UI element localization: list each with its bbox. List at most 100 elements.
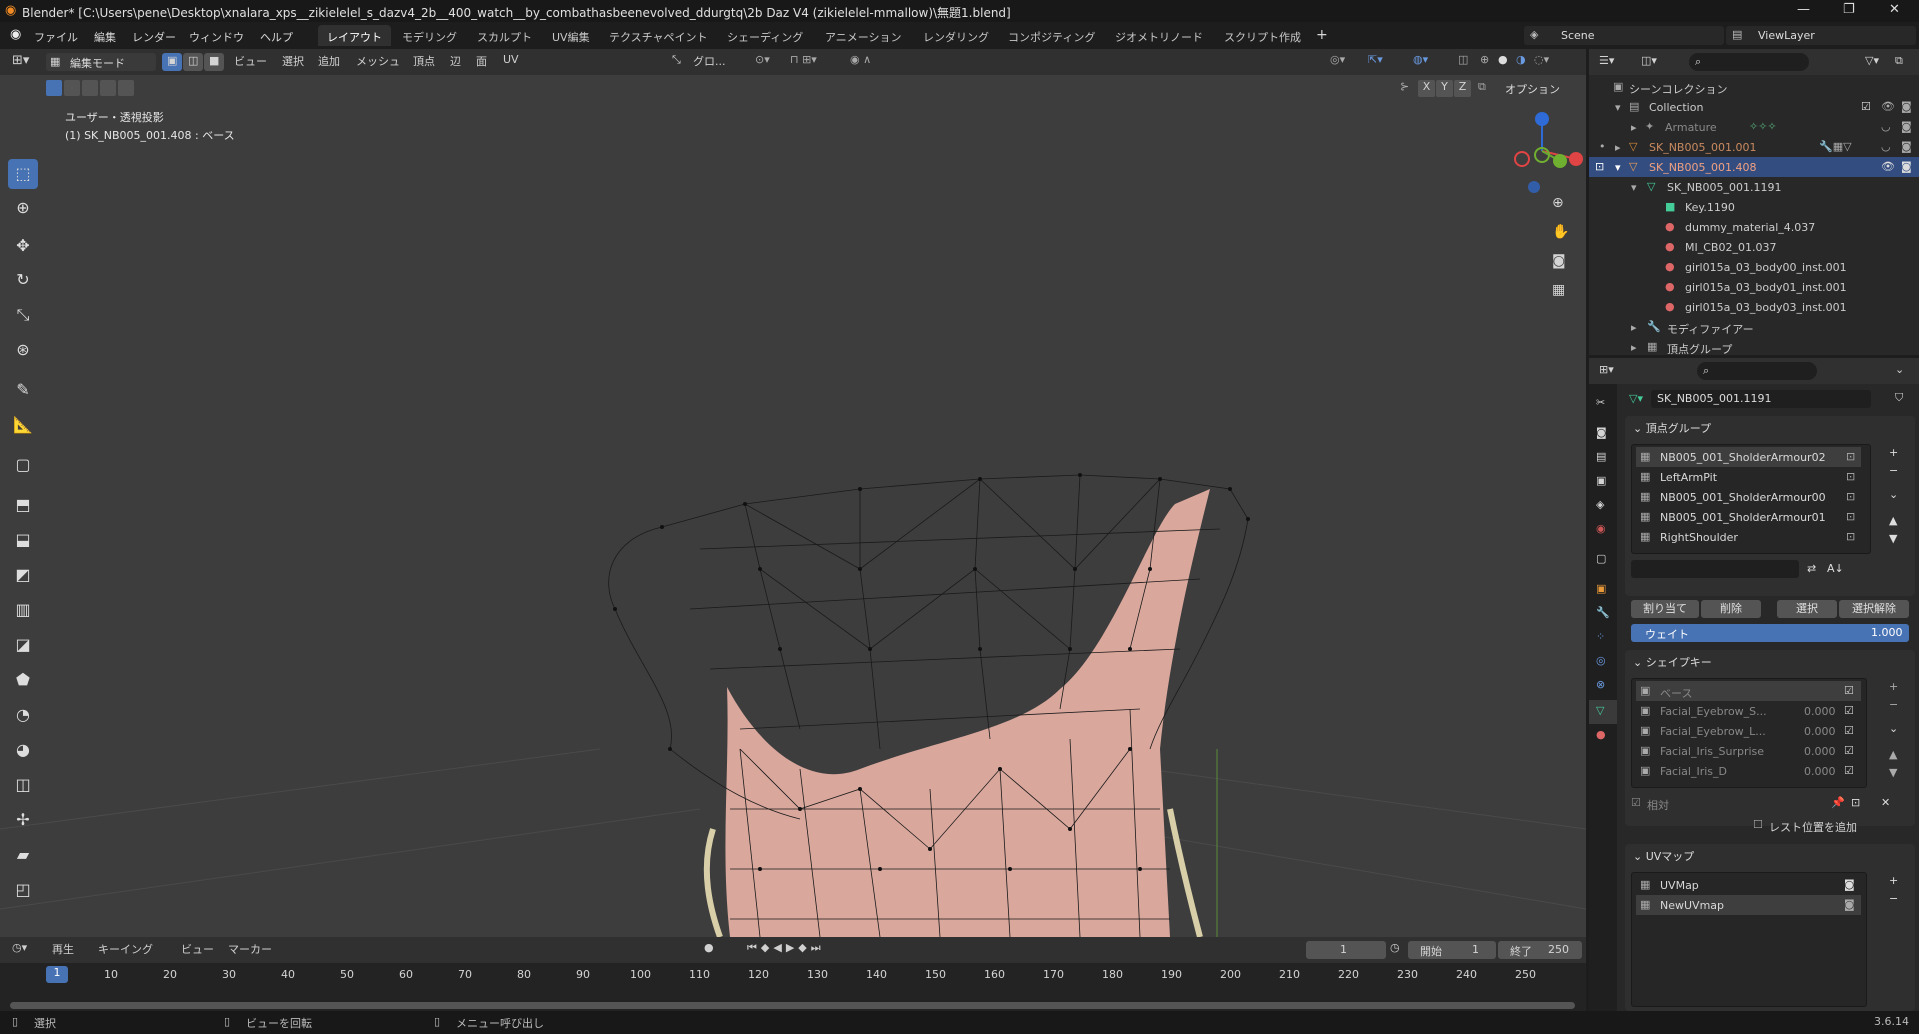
list-item[interactable]: ▦ UVMap ◙: [1636, 875, 1861, 895]
start-frame-field[interactable]: 開始 1: [1408, 941, 1496, 959]
loop-cut-tool[interactable]: ▥: [8, 595, 38, 625]
menu-marker[interactable]: マーカー: [228, 941, 272, 959]
checkbox-icon[interactable]: ☑: [1844, 704, 1854, 717]
list-item[interactable]: ▣ Facial_Eyebrow_S... 0.000 ☑: [1636, 701, 1861, 721]
tab-animation[interactable]: アニメーション: [816, 25, 911, 46]
new-collection-icon[interactable]: ⧉: [1895, 54, 1903, 68]
shape-key-value[interactable]: 0.000: [1804, 725, 1836, 738]
move-up-button[interactable]: ▲: [1889, 748, 1897, 761]
sort-alpha-icon[interactable]: A↓: [1827, 562, 1844, 575]
spin-tool[interactable]: ◔: [8, 700, 38, 730]
eye-icon[interactable]: 👁: [1881, 160, 1895, 173]
outliner-row-scene-collection[interactable]: ▣ シーンコレクション: [1589, 77, 1919, 97]
expand-arrow-icon[interactable]: ▸: [1615, 141, 1621, 154]
camera-icon[interactable]: ◙: [1844, 898, 1855, 911]
select-box-tool[interactable]: ⬚: [8, 159, 38, 189]
tab-layout[interactable]: レイアウト: [318, 25, 391, 46]
menu-file[interactable]: ファイル: [34, 29, 78, 45]
outliner-row-key[interactable]: ■ Key.1190: [1589, 197, 1919, 217]
move-up-button[interactable]: ▲: [1889, 514, 1897, 527]
tool-tab-icon[interactable]: ✂: [1596, 396, 1605, 409]
object-tab-icon[interactable]: ▣: [1596, 582, 1606, 595]
list-item[interactable]: ▦ LeftArmPit ⊡: [1636, 467, 1861, 487]
close-button[interactable]: ✕: [1889, 2, 1900, 17]
ortho-grid-icon[interactable]: ▦: [1552, 282, 1565, 298]
add-vertex-group-button[interactable]: +: [1889, 446, 1898, 459]
mesh-data-selector[interactable]: ▽▾ SK_NB005_001.1191 ⛉: [1625, 388, 1915, 410]
zoom-icon[interactable]: ⊕: [1552, 195, 1564, 211]
outliner[interactable]: ☰▾ ◫▾ ⌕ ▽▾ ⧉ ▣ シーンコレクション ▾ ▤ Collection …: [1589, 49, 1919, 355]
eye-hidden-icon[interactable]: ◡: [1881, 120, 1891, 133]
pan-hand-icon[interactable]: ✋: [1552, 224, 1569, 240]
rotate-tool[interactable]: ↻: [8, 265, 38, 295]
world-tab-icon[interactable]: ◉: [1596, 522, 1606, 535]
outliner-row-modifiers[interactable]: ▸ 🔧 モディファイアー: [1589, 317, 1919, 337]
list-item[interactable]: ▦ RightShoulder ⊡: [1636, 527, 1861, 547]
outliner-row-vertex-groups[interactable]: ▸ ▦ 頂点グループ: [1589, 337, 1919, 355]
eye-hidden-icon[interactable]: ◡: [1881, 140, 1891, 153]
tab-uv-edit[interactable]: UV編集: [543, 25, 599, 46]
scene-selector[interactable]: ◈ Scene: [1524, 26, 1724, 45]
list-item[interactable]: ▦ NB005_001_SholderArmour02 ⊡: [1636, 447, 1861, 467]
list-item[interactable]: ▦ NB005_001_SholderArmour01 ⊡: [1636, 507, 1861, 527]
menu-render[interactable]: レンダー: [132, 29, 176, 45]
outliner-row-material[interactable]: ● MI_CB02_01.037: [1589, 237, 1919, 257]
filter-icon[interactable]: ▽▾: [1865, 54, 1879, 67]
expand-arrow-icon[interactable]: ▸: [1631, 321, 1637, 334]
list-item[interactable]: ▣ Facial_Eyebrow_L... 0.000 ☑: [1636, 721, 1861, 741]
material-tab-icon[interactable]: ●: [1596, 728, 1606, 741]
remove-button[interactable]: 削除: [1701, 600, 1761, 618]
relative-checkbox[interactable]: ☑: [1631, 796, 1641, 809]
timeline-editor-icon[interactable]: ◷▾: [12, 941, 27, 959]
mesh-canvas[interactable]: [0, 49, 1586, 937]
move-down-button[interactable]: ▼: [1889, 532, 1897, 545]
add-workspace-button[interactable]: +: [1316, 27, 1328, 43]
playhead[interactable]: 1: [46, 966, 68, 983]
list-item[interactable]: ▣ Facial_Iris_Surprise 0.000 ☑: [1636, 741, 1861, 761]
bevel-tool[interactable]: ◩: [8, 560, 38, 590]
select-button[interactable]: 選択: [1777, 600, 1837, 618]
vertex-group-menu-button[interactable]: ⌄: [1889, 488, 1898, 501]
view-layer-tab-icon[interactable]: ▣: [1596, 474, 1606, 487]
poly-build-tool[interactable]: ⬟: [8, 665, 38, 695]
camera-icon[interactable]: ◙: [1901, 100, 1912, 113]
vertex-group-list[interactable]: ▦ NB005_001_SholderArmour02 ⊡ ▦ LeftArmPit ⊡…: [1631, 444, 1871, 554]
expand-arrow-icon[interactable]: ▾: [1615, 101, 1621, 114]
expand-arrow-icon[interactable]: ▸: [1631, 341, 1637, 354]
outliner-row-mesh-data[interactable]: ▾ ▽ SK_NB005_001.1191: [1589, 177, 1919, 197]
maximize-button[interactable]: ❐: [1843, 2, 1855, 17]
shape-key-value[interactable]: 0.000: [1804, 705, 1836, 718]
expand-arrow-icon[interactable]: ▾: [1631, 181, 1637, 194]
edge-slide-tool[interactable]: ◫: [8, 770, 38, 800]
3d-viewport[interactable]: ⊞▾ ▦ 編集モード ▣ ◫ ■ ビュー 選択 追加 メッシュ 頂点 辺 面 U…: [0, 49, 1586, 937]
list-item[interactable]: ▦ NB005_001_SholderArmour00 ⊡: [1636, 487, 1861, 507]
pin-icon[interactable]: 📌: [1831, 796, 1845, 809]
physics-tab-icon[interactable]: ◎: [1596, 654, 1606, 667]
shape-key-list[interactable]: ▣ ベース ☑ ▣ Facial_Eyebrow_S... 0.000 ☑ ▣ Facial…: [1631, 678, 1867, 788]
camera-icon[interactable]: ◙: [1844, 878, 1855, 891]
transform-tool[interactable]: ⊛: [8, 335, 38, 365]
fake-user-shield-icon[interactable]: ⛉: [1895, 391, 1903, 405]
list-item[interactable]: ▣ ベース ☑: [1636, 681, 1861, 701]
cursor-tool[interactable]: ⊕: [8, 193, 38, 223]
particles-tab-icon[interactable]: ⁘: [1596, 630, 1605, 643]
properties-editor-icon[interactable]: ⊞▾: [1599, 363, 1614, 376]
filter-invert-icon[interactable]: ⇄: [1807, 562, 1816, 575]
outliner-row-material[interactable]: ● dummy_material_4.037: [1589, 217, 1919, 237]
scale-tool[interactable]: ⤡: [8, 300, 38, 330]
playback-controls[interactable]: ⏮◆◀▶◆⏭: [747, 941, 825, 959]
menu-edit[interactable]: 編集: [94, 29, 116, 45]
extrude-tool[interactable]: ⬒: [8, 490, 38, 520]
lock-icon[interactable]: ⊡: [1846, 510, 1855, 523]
outliner-row-material[interactable]: ● girl015a_03_body01_inst.001: [1589, 277, 1919, 297]
camera-view-icon[interactable]: ◙: [1552, 253, 1566, 269]
properties-search-input[interactable]: ⌕: [1697, 362, 1817, 380]
tab-sculpt[interactable]: スカルプト: [468, 25, 541, 46]
remove-vertex-group-button[interactable]: −: [1889, 464, 1898, 477]
record-button[interactable]: ●: [704, 941, 714, 959]
weight-slider[interactable]: ウェイト 1.000: [1631, 624, 1909, 642]
navigation-gizmo[interactable]: [1500, 109, 1584, 193]
list-item[interactable]: ▦ NewUVmap ◙: [1636, 895, 1861, 915]
remove-uv-map-button[interactable]: −: [1889, 892, 1898, 905]
shape-keys-header[interactable]: ⌄ シェイプキー: [1633, 654, 1712, 670]
